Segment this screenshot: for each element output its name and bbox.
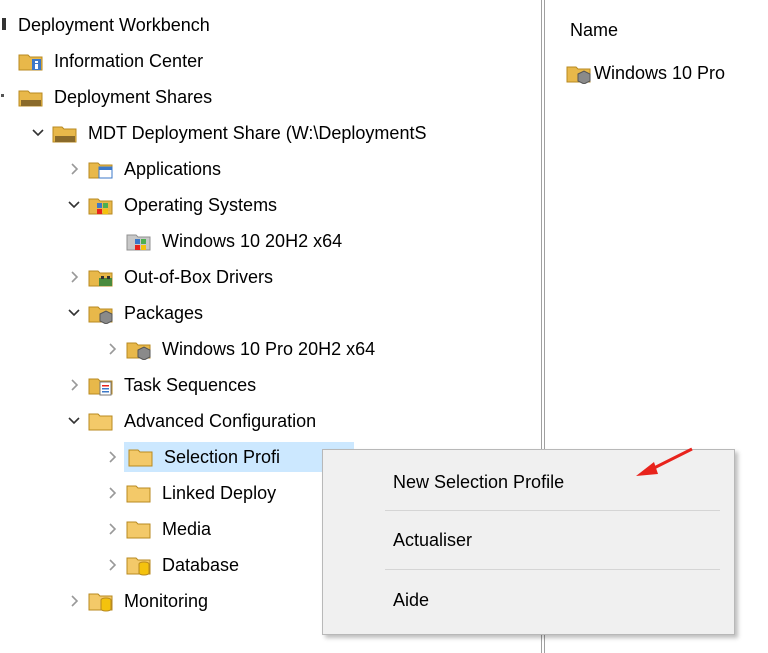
tree-item-label: Database [162,555,240,575]
annotation-arrow-icon [636,447,693,476]
tree-item-operating-systems[interactable]: Operating Systems [66,188,279,222]
tree-item-out-of-box-drivers[interactable]: Out-of-Box Drivers [66,260,275,294]
operating-systems-icon [88,194,114,216]
tree-item-advanced-configuration[interactable]: Advanced Configuration [66,404,318,438]
menu-separator [385,569,720,570]
list-item-label: Windows 10 Pro [594,62,726,83]
tree-item-package-windows-10[interactable]: Windows 10 Pro 20H2 x64 [104,332,377,366]
folder-icon [126,518,152,540]
chevron-down-icon[interactable] [30,125,46,141]
folder-icon [128,446,154,468]
chevron-right-icon[interactable] [104,341,120,357]
tree-root[interactable]: Deployment Workbench [0,8,212,42]
folder-icon [126,482,152,504]
tree-item-task-sequences[interactable]: Task Sequences [66,368,258,402]
chevron-right-icon[interactable] [66,377,82,393]
monitoring-icon [88,590,114,612]
tree-item-label: Information Center [54,51,204,71]
tree-item-selection-profiles[interactable]: Selection Profi [104,440,354,474]
tree-item-media[interactable]: Media [104,512,213,546]
deployment-shares-icon [18,86,44,108]
expand-dot-icon [0,85,6,110]
share-folder-icon [52,122,78,144]
chevron-down-icon[interactable] [66,197,82,213]
tree-item-deployment-shares[interactable]: Deployment Shares [0,80,214,114]
list-item[interactable]: Windows 10 Pro [566,62,725,84]
menu-item-label: Actualiser [393,529,473,550]
tree-item-monitoring[interactable]: Monitoring [66,584,210,618]
tree-item-packages[interactable]: Packages [66,296,205,330]
tree-item-label: Selection Profi [164,447,281,467]
packages-icon [88,302,114,324]
chevron-right-icon[interactable] [66,269,82,285]
tree-root-label: Deployment Workbench [18,15,210,35]
drivers-icon [88,266,114,288]
tree-item-label: Windows 10 Pro 20H2 x64 [162,339,376,359]
tree-item-database[interactable]: Database [104,548,241,582]
applications-icon [88,158,114,180]
database-icon [126,554,152,576]
tree-item-label: Advanced Configuration [124,411,317,431]
chevron-down-icon[interactable] [66,305,82,321]
tree-item-label: MDT Deployment Share (W:\DeploymentS [88,123,427,143]
tree-item-label: Linked Deploy [162,483,277,503]
menu-item-refresh[interactable]: Actualiser [323,520,734,560]
menu-item-label: Aide [393,589,430,610]
chevron-right-icon[interactable] [104,485,120,501]
package-icon [126,338,152,360]
tree-item-os-windows-10[interactable]: Windows 10 20H2 x64 [126,224,344,258]
tree-item-linked-deployment-shares[interactable]: Linked Deploy [104,476,278,510]
folder-icon [88,410,114,432]
package-icon [566,62,592,84]
chevron-right-icon[interactable] [104,449,120,465]
column-header-name[interactable]: Name [570,20,618,41]
chevron-right-icon[interactable] [66,161,82,177]
root-icon [0,13,10,38]
menu-item-help[interactable]: Aide [323,580,734,620]
tree-item-label: Out-of-Box Drivers [124,267,274,287]
tree-item-mdt-share[interactable]: MDT Deployment Share (W:\DeploymentS [30,116,428,150]
chevron-right-icon[interactable] [66,593,82,609]
tree-item-label: Monitoring [124,591,209,611]
tree-item-applications[interactable]: Applications [66,152,223,186]
tree-item-information-center[interactable]: Information Center [18,44,205,78]
information-center-icon [18,50,44,72]
tree-item-label: Packages [124,303,204,323]
tree-item-label: Operating Systems [124,195,278,215]
tree-item-label: Media [162,519,212,539]
os-image-icon [126,230,152,252]
chevron-right-icon[interactable] [104,521,120,537]
tree-item-label: Windows 10 20H2 x64 [162,231,343,251]
chevron-right-icon[interactable] [104,557,120,573]
menu-separator [385,510,720,511]
tree-item-label: Deployment Shares [54,87,213,107]
selection-highlight: Selection Profi [124,442,354,472]
task-sequences-icon [88,374,114,396]
chevron-down-icon[interactable] [66,413,82,429]
tree-item-label: Task Sequences [124,375,257,395]
menu-item-label: New Selection Profile [393,471,565,492]
tree-item-label: Applications [124,159,222,179]
